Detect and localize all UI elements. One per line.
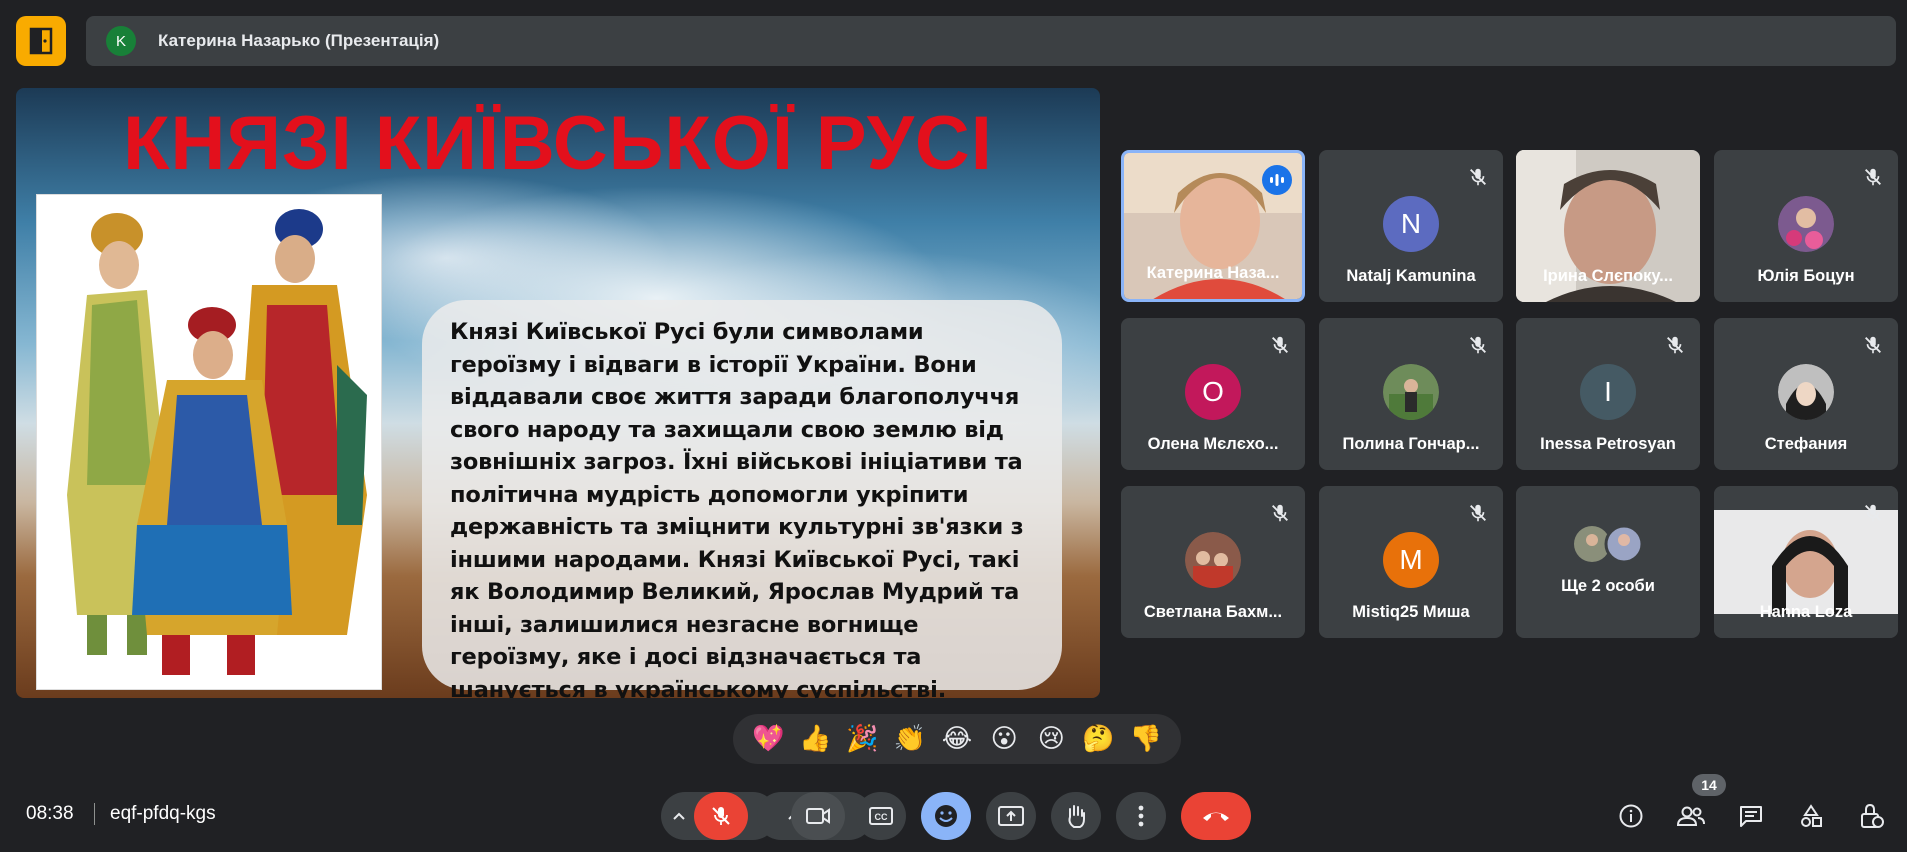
participant-tile-inessa[interactable]: I Inessa Petrosyan <box>1516 318 1700 470</box>
participant-tile-kateryna[interactable]: Катерина Наза... <box>1121 150 1305 302</box>
participant-name: Светлана Бахм... <box>1143 603 1283 621</box>
reaction-thinking[interactable]: 🤔 <box>1079 724 1119 754</box>
audio-options-chevron-icon[interactable] <box>661 811 697 821</box>
lock-person-icon <box>1861 803 1884 828</box>
participant-name: Юлія Боцун <box>1757 267 1855 285</box>
participant-name: Стефания <box>1764 435 1848 453</box>
participant-avatar: M <box>1383 532 1439 588</box>
participant-tile-others[interactable]: Ще 2 особи <box>1516 486 1700 638</box>
participant-name: Hanna Loza <box>1759 603 1853 621</box>
participant-tile-mistiq[interactable]: M Mistiq25 Миша <box>1319 486 1503 638</box>
participant-avatar: N <box>1383 196 1439 252</box>
participant-tile-polyna[interactable]: Полина Гончар... <box>1319 318 1503 470</box>
participant-count-badge: 14 <box>1692 774 1726 796</box>
reaction-sad[interactable]: 😢 <box>1031 724 1071 754</box>
meeting-code[interactable]: eqf-pfdq-kgs <box>110 803 216 825</box>
participant-name: Полина Гончар... <box>1342 435 1480 453</box>
people-icon <box>1676 806 1705 826</box>
participant-avatar: O <box>1185 364 1241 420</box>
meeting-details-button[interactable] <box>1615 800 1647 832</box>
participant-name: Inessa Petrosyan <box>1540 435 1676 453</box>
participant-name: Олена Мєлєхо... <box>1147 435 1279 453</box>
participant-tile-iryna[interactable]: Ірина Слєпоку... <box>1516 150 1700 302</box>
mic-toggle-button[interactable] <box>694 792 748 840</box>
mic-off-icon <box>1470 336 1486 354</box>
activities-shapes-icon <box>1801 804 1822 827</box>
participant-tile-hanna[interactable]: Hanna Loza <box>1714 486 1898 638</box>
more-vert-icon <box>1138 805 1144 827</box>
video-camera-icon <box>806 808 830 824</box>
participant-name: Natalj Kamunina <box>1346 267 1476 285</box>
mic-off-icon <box>1272 504 1288 522</box>
presentation-banner[interactable]: K Катерина Назарько (Презентація) <box>86 16 1896 66</box>
mic-off-icon <box>1470 168 1486 186</box>
present-screen-icon <box>998 806 1024 826</box>
leave-call-button[interactable] <box>1181 792 1251 840</box>
reaction-surprised[interactable]: 😮 <box>984 724 1024 754</box>
group-avatars <box>1574 524 1644 564</box>
activities-button[interactable] <box>1795 800 1827 832</box>
meet-logo-icon[interactable] <box>16 16 66 66</box>
mic-off-icon <box>712 807 730 825</box>
slide-title: КНЯЗІ КИЇВСЬКОЇ РУСІ <box>123 101 993 186</box>
participant-tile-svetlana[interactable]: Светлана Бахм... <box>1121 486 1305 638</box>
host-controls-button[interactable] <box>1855 800 1887 832</box>
svg-text:CC: CC <box>875 812 888 822</box>
participant-name: Ще 2 особи <box>1561 577 1655 595</box>
participant-tile-olena[interactable]: O Олена Мєлєхо... <box>1121 318 1305 470</box>
presenter-name: Катерина Назарько (Презентація) <box>158 31 440 50</box>
mic-off-icon <box>1865 336 1881 354</box>
divider <box>94 803 95 825</box>
emoji-icon <box>935 805 957 827</box>
reaction-heart[interactable]: 💖 <box>748 724 788 754</box>
raise-hand-button[interactable] <box>1051 792 1101 840</box>
reaction-thumbs-up[interactable]: 👍 <box>795 724 835 754</box>
reaction-thumbs-down[interactable]: 👎 <box>1126 724 1166 754</box>
participant-name: Катерина Наза... <box>1146 264 1280 282</box>
reaction-clap[interactable]: 👏 <box>890 724 930 754</box>
reaction-party[interactable]: 🎉 <box>843 724 883 754</box>
princes-illustration <box>36 194 382 690</box>
people-button[interactable] <box>1675 800 1707 832</box>
participant-tile-stefania[interactable]: Стефания <box>1714 318 1898 470</box>
closed-captions-icon: CC <box>869 807 893 825</box>
participant-photo <box>1185 532 1241 588</box>
more-options-button[interactable] <box>1116 792 1166 840</box>
info-icon <box>1619 804 1643 828</box>
participant-photo <box>1778 364 1834 420</box>
participant-photo <box>1383 364 1439 420</box>
mic-off-icon <box>1865 168 1881 186</box>
call-end-icon <box>1203 812 1229 821</box>
camera-toggle-button[interactable] <box>791 792 845 840</box>
presentation-slide: КНЯЗІ КИЇВСЬКОЇ РУСІ Князі Київської Рус… <box>16 88 1100 698</box>
chat-icon <box>1740 806 1762 827</box>
participant-tile-yulia[interactable]: Юлія Боцун <box>1714 150 1898 302</box>
participant-tile-natalj[interactable]: N Natalj Kamunina <box>1319 150 1503 302</box>
reaction-bar: 💖 👍 🎉 👏 😂 😮 😢 🤔 👎 <box>733 714 1181 764</box>
mic-off-icon <box>1865 504 1881 522</box>
hand-icon <box>1068 805 1085 828</box>
mic-off-icon <box>1272 336 1288 354</box>
presenter-avatar: K <box>106 26 136 56</box>
captions-button[interactable]: CC <box>856 792 906 840</box>
participant-avatar: I <box>1580 364 1636 420</box>
slide-body-text: Князі Київської Русі були символами геро… <box>450 319 1024 698</box>
reaction-laugh[interactable]: 😂 <box>937 724 977 754</box>
participant-photo <box>1778 196 1834 252</box>
participant-name: Mistiq25 Миша <box>1352 603 1470 621</box>
slide-text-box: Князі Київської Русі були символами геро… <box>422 300 1062 698</box>
reactions-button[interactable] <box>921 792 971 840</box>
meeting-time: 08:38 <box>26 803 74 824</box>
present-now-button[interactable] <box>986 792 1036 840</box>
participant-name: Ірина Слєпоку... <box>1543 267 1673 285</box>
mic-off-icon <box>1667 336 1683 354</box>
mic-off-icon <box>1470 504 1486 522</box>
speaking-indicator-icon <box>1262 165 1292 195</box>
chat-button[interactable] <box>1735 800 1767 832</box>
